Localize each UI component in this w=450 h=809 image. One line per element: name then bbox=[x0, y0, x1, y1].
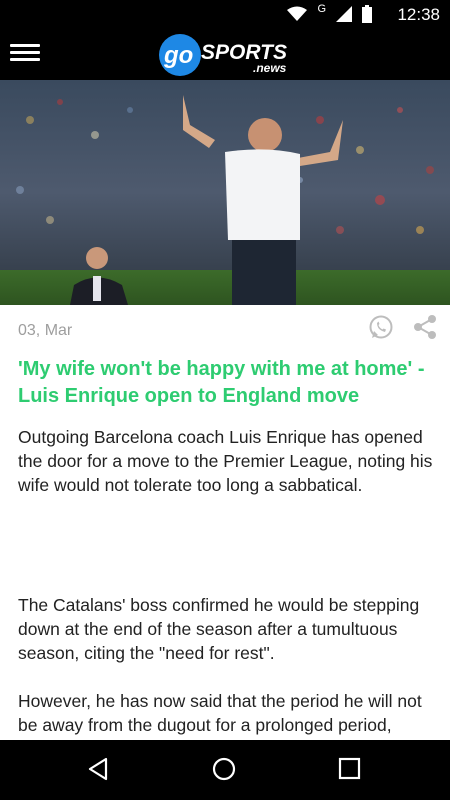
hero-photo bbox=[0, 80, 450, 305]
share-actions bbox=[368, 314, 438, 340]
menu-line bbox=[10, 51, 40, 54]
article-date: 03, Mar bbox=[18, 322, 73, 339]
recents-icon[interactable] bbox=[338, 756, 362, 782]
share-icon[interactable] bbox=[412, 314, 438, 340]
status-bar: G 12:38 bbox=[0, 0, 450, 30]
svg-text:.news: .news bbox=[253, 61, 287, 75]
signal-icon bbox=[336, 6, 352, 22]
svg-text:go: go bbox=[163, 42, 193, 69]
logo-graphic: go SPORTS .news bbox=[159, 34, 287, 76]
system-navigation-bar bbox=[0, 740, 450, 800]
clock: 12:38 bbox=[397, 5, 440, 24]
menu-line bbox=[10, 58, 40, 61]
app-header: go SPORTS .news bbox=[0, 30, 450, 80]
battery-icon bbox=[362, 5, 372, 23]
hamburger-menu-button[interactable] bbox=[10, 44, 40, 66]
article-paragraph: The Catalans' boss confirmed he would be… bbox=[18, 595, 420, 663]
back-icon[interactable] bbox=[86, 756, 112, 782]
menu-line bbox=[10, 44, 40, 47]
status-icons: G bbox=[287, 3, 372, 23]
wifi-icon bbox=[287, 6, 308, 21]
article-paragraph bbox=[18, 521, 438, 569]
article-headline: 'My wife won't be happy with me at home'… bbox=[18, 358, 425, 407]
article-hero-image bbox=[0, 80, 450, 305]
article-meta: 03, Mar bbox=[18, 315, 438, 344]
network-type-label: G bbox=[317, 3, 326, 15]
gosports-logo[interactable]: go SPORTS .news bbox=[158, 32, 298, 78]
article-paragraph: Outgoing Barcelona coach Luis Enrique ha… bbox=[18, 427, 433, 495]
home-icon[interactable] bbox=[211, 756, 237, 782]
whatsapp-share-icon[interactable] bbox=[368, 314, 394, 340]
